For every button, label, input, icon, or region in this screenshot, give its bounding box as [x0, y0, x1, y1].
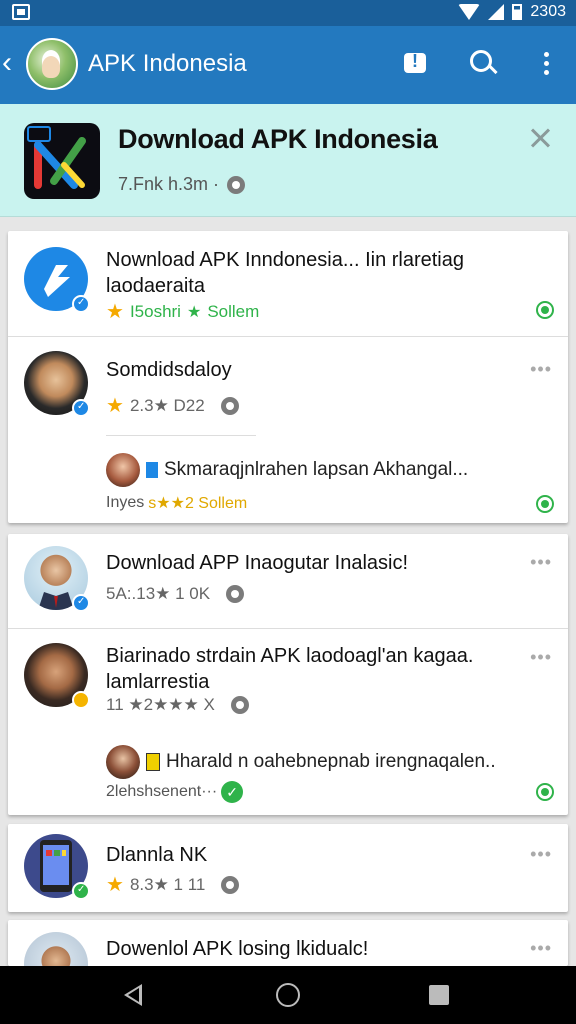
comment[interactable]: Skmaraqjnlrahen lapsan Akhangal...: [106, 453, 468, 487]
post-title: Download APP Inaogutar Inalasic!: [106, 552, 409, 574]
post-meta: 11 ★2★★★ X: [106, 695, 249, 715]
verified-icon: [72, 399, 90, 417]
notification-icon: [12, 4, 30, 20]
more-horiz-icon[interactable]: •••: [530, 552, 552, 573]
banner-title: Download APK Indonesia: [118, 124, 438, 154]
star-icon: ★: [186, 303, 202, 321]
list-item[interactable]: Dlannla NK ••• ★ 8.3★ 1 11: [8, 824, 568, 912]
nav-back-icon[interactable]: [124, 984, 142, 1006]
post-title: Biarinado strdain APK laodoagl'an kagaa.: [106, 645, 474, 667]
comment-footer: Inyes s★★2 Sollem: [106, 494, 248, 512]
avatar: [24, 546, 90, 612]
avatar: [24, 932, 88, 966]
post-title: Dlannla NK: [106, 844, 208, 866]
share-icon[interactable]: [536, 495, 554, 513]
search-icon[interactable]: [468, 48, 498, 78]
star-icon: ★: [106, 301, 124, 323]
post-meta: 5A:.13★ 1 0K: [106, 584, 245, 604]
more-horiz-icon[interactable]: •••: [530, 938, 552, 959]
status-icons: 2303: [458, 3, 566, 21]
post-card: Download APP Inaogutar Inalasic! ••• 5A:…: [8, 534, 568, 815]
gear-icon: [226, 585, 245, 603]
list-item[interactable]: Somdidsdaloy ••• ★ 2.3★ D22 Skmaraqjnlra…: [8, 337, 568, 523]
promo-banner[interactable]: Download APK Indonesia 7.Fnk h.3m ·: [0, 104, 576, 217]
banner-meta: 7.Fnk h.3m ·: [118, 174, 220, 194]
avatar: [24, 351, 90, 417]
post-card: Dlannla NK ••• ★ 8.3★ 1 11: [8, 824, 568, 912]
share-icon[interactable]: [536, 301, 554, 319]
gear-icon: [227, 175, 246, 194]
badge-icon: [72, 691, 90, 709]
apk-app-icon: [24, 123, 100, 199]
more-vert-icon[interactable]: [531, 48, 561, 78]
flag-icon: [146, 462, 158, 478]
post-title-line2: laodaeraita: [106, 275, 205, 297]
nav-recent-icon[interactable]: [429, 985, 449, 1005]
gear-icon: [220, 396, 239, 415]
check-icon: ✓: [221, 781, 244, 803]
star-icon: ★: [106, 874, 124, 896]
gear-icon: [230, 696, 249, 714]
post-card: Dowenlol APK losing lkidualc! •••: [8, 920, 568, 966]
post-title: Nownload APK Inndonesia... Iin rlaretiag: [106, 249, 464, 271]
verified-icon: [72, 882, 90, 900]
banner-subtitle: 7.Fnk h.3m ·: [118, 174, 246, 195]
list-item[interactable]: Download APP Inaogutar Inalasic! ••• 5A:…: [8, 534, 568, 629]
post-meta: ★ 8.3★ 1 11: [106, 872, 240, 897]
app-title: APK Indonesia: [88, 50, 247, 77]
notification-icon[interactable]: [400, 48, 430, 78]
list-item[interactable]: Dowenlol APK losing lkidualc! •••: [8, 920, 568, 966]
post-title: Somdidsdaloy: [106, 359, 232, 381]
verified-icon: [72, 295, 90, 313]
avatar: [24, 834, 90, 900]
share-icon[interactable]: [536, 783, 554, 801]
signal-icon: [488, 4, 505, 20]
avatar: [24, 247, 90, 313]
divider: [106, 435, 256, 436]
star-icon: ★: [106, 395, 124, 417]
commenter-avatar: [106, 453, 140, 487]
post-meta: ★ I5oshri ★ Sollem: [106, 301, 260, 323]
comment-footer: 2lehshsenent··· ✓: [106, 781, 244, 803]
verified-icon: [72, 594, 90, 612]
status-time: 2303: [530, 3, 566, 20]
post-card: Nownload APK Inndonesia... Iin rlaretiag…: [8, 231, 568, 523]
more-horiz-icon[interactable]: •••: [530, 359, 552, 380]
close-icon[interactable]: [526, 124, 554, 152]
battery-icon: [512, 4, 523, 20]
app-bar: ‹ APK Indonesia: [0, 26, 576, 104]
post-title-line2: lamlarrestia: [106, 671, 210, 693]
app-logo[interactable]: [26, 38, 78, 90]
flag-icon: [146, 753, 160, 771]
post-title: Dowenlol APK losing lkidualc!: [106, 938, 369, 960]
avatar: [24, 643, 90, 709]
gear-icon: [221, 875, 240, 894]
post-meta: ★ 2.3★ D22: [106, 393, 239, 418]
commenter-avatar: [106, 745, 140, 779]
list-item[interactable]: Nownload APK Inndonesia... Iin rlaretiag…: [8, 231, 568, 337]
chevron-left-icon[interactable]: ‹: [2, 48, 12, 78]
comment[interactable]: Hharald n oahebnepnab irengnaqalen..: [106, 745, 496, 779]
system-nav-bar: [0, 966, 576, 1024]
list-item[interactable]: Biarinado strdain APK laodoagl'an kagaa.…: [8, 629, 568, 815]
nav-home-icon[interactable]: [276, 983, 300, 1007]
more-horiz-icon[interactable]: •••: [530, 647, 552, 668]
more-horiz-icon[interactable]: •••: [530, 844, 552, 865]
status-bar: 2303: [0, 0, 576, 26]
wifi-icon: [458, 4, 481, 20]
